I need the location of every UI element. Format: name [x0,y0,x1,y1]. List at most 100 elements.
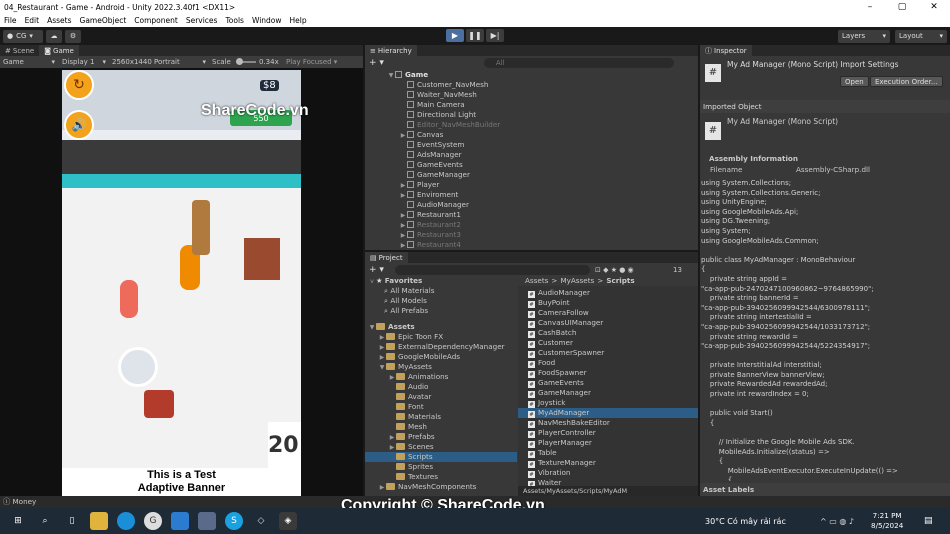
layout-dropdown[interactable]: Layout ▾ [895,29,947,43]
script-file-item[interactable]: # NavMeshBakeEditor [518,418,698,428]
expand-arrow-icon[interactable]: ▶ [399,221,407,230]
hierarchy-item[interactable]: ▶ Restaurant4 [365,240,698,250]
expand-arrow-icon[interactable]: ▶ [378,343,386,352]
hierarchy-item[interactable]: ▶ Restaurant2 [365,220,698,230]
favorites-header[interactable]: v ★ Favorites [365,276,517,286]
menu-item[interactable]: Services [186,16,218,25]
hierarchy-item[interactable]: ▼ Game [365,70,698,80]
project-folder-item[interactable]: ▼ Assets [365,322,517,332]
expand-arrow-icon[interactable]: ▶ [399,211,407,220]
script-file-item[interactable]: # CashBatch [518,328,698,338]
menu-item[interactable]: Assets [47,16,71,25]
chrome-icon[interactable]: G [144,512,162,530]
clock[interactable]: 7:21 PM 8/5/2024 [871,511,903,531]
tab-hierarchy[interactable]: ≡ Hierarchy [365,45,417,56]
weather-widget[interactable]: 30°C Có mây rải rác [705,517,786,526]
hierarchy-item[interactable]: ▶ Player [365,180,698,190]
expand-arrow-icon[interactable]: ▼ [368,323,376,332]
windows-start-icon[interactable]: ⊞ [9,512,27,530]
open-button[interactable]: Open [840,76,869,87]
menu-item[interactable]: Help [290,16,307,25]
script-file-item[interactable]: # CanvasUIManager [518,318,698,328]
hierarchy-search-input[interactable]: All [483,57,674,68]
breadcrumb-item[interactable]: Scripts [606,276,634,285]
account-dropdown[interactable]: ● CG ▾ [3,29,43,43]
script-file-item[interactable]: # GameManager [518,388,698,398]
maximize-button[interactable]: ▢ [886,2,918,12]
favorite-item[interactable]: ⌕ All Prefabs [365,306,517,316]
filter-icons[interactable]: ⊡ ◆ ★ ● ◉ [595,266,634,274]
script-file-item[interactable]: # Customer [518,338,698,348]
display-dropdown[interactable]: Display 1 ▾ [62,58,106,66]
script-file-item[interactable]: # Food [518,358,698,368]
menu-item[interactable]: Window [252,16,282,25]
add-object-button[interactable]: + ▾ [369,58,384,68]
pause-button[interactable]: ❚❚ [466,29,484,42]
project-folder-item[interactable]: Avatar [365,392,517,402]
task-view-icon[interactable]: ▯ [63,512,81,530]
menu-item[interactable]: Component [134,16,178,25]
favorite-item[interactable]: ⌕ All Materials [365,286,517,296]
hierarchy-item[interactable]: GameManager [365,170,698,180]
script-file-item[interactable]: # TextureManager [518,458,698,468]
resolution-dropdown[interactable]: 2560x1440 Portrait ▾ [112,58,206,66]
script-file-item[interactable]: # CustomerSpawner [518,348,698,358]
expand-arrow-icon[interactable]: ▶ [399,131,407,140]
menu-item[interactable]: GameObject [80,16,127,25]
script-file-item[interactable]: # GameEvents [518,378,698,388]
layers-dropdown[interactable]: Layers ▾ [838,29,890,43]
play-button[interactable]: ▶ [446,29,464,42]
hierarchy-item[interactable]: ▶ Restaurant3 [365,230,698,240]
script-file-item[interactable]: # CameraFollow [518,308,698,318]
hierarchy-item[interactable]: GameEvents [365,160,698,170]
cloud-icon[interactable]: ☁ [46,29,62,43]
minimize-button[interactable]: – [854,2,886,12]
edge-icon[interactable] [117,512,135,530]
skype-icon[interactable]: S [225,512,243,530]
hierarchy-item[interactable]: Waiter_NavMesh [365,90,698,100]
project-search-input[interactable] [395,264,590,275]
unity-hub-icon[interactable]: ◇ [252,512,270,530]
step-button[interactable]: ▶| [486,29,504,42]
project-folder-item[interactable]: ▶ Scenes [365,442,517,452]
expand-arrow-icon[interactable]: ▶ [399,181,407,190]
create-asset-button[interactable]: + ▾ [369,265,384,275]
hierarchy-item[interactable]: Main Camera [365,100,698,110]
joystick[interactable] [118,347,158,387]
breadcrumb-item[interactable]: MyAssets [560,276,594,285]
script-file-item[interactable]: # BuyPoint [518,298,698,308]
tab-project[interactable]: ▤ Project [365,252,408,263]
breadcrumb-item[interactable]: Assets [525,276,548,285]
tab-scene[interactable]: # Scene [0,45,39,56]
project-folder-item[interactable]: Scripts [365,452,517,462]
expand-arrow-icon[interactable]: ▼ [387,71,395,80]
project-folder-item[interactable]: Textures [365,472,517,482]
notification-icon[interactable]: ▤ [924,516,933,526]
menu-item[interactable]: File [4,16,17,25]
hierarchy-item[interactable]: ▶ Canvas [365,130,698,140]
game-render[interactable]: ↻ 🔊 550 $8 20 This is a Test Adaptive Ba… [62,70,301,496]
expand-arrow-icon[interactable]: ▶ [388,433,396,442]
project-folder-item[interactable]: ▶ Animations [365,372,517,382]
tab-inspector[interactable]: ⓘ Inspector [700,45,752,56]
project-folder-item[interactable]: Mesh [365,422,517,432]
file-explorer-icon[interactable] [90,512,108,530]
menu-item[interactable]: Edit [25,16,40,25]
game-mode-dropdown[interactable]: Game ▾ [3,58,55,66]
hierarchy-item[interactable]: Customer_NavMesh [365,80,698,90]
hierarchy-item[interactable]: Directional Light [365,110,698,120]
tray-icons[interactable]: ^ ▭ ◍ ♪ [820,517,854,526]
hierarchy-item[interactable]: EventSystem [365,140,698,150]
hierarchy-item[interactable]: AdsManager [365,150,698,160]
play-focused-dropdown[interactable]: Play Focused ▾ [286,58,337,66]
menu-item[interactable]: Tools [225,16,243,25]
hierarchy-item[interactable]: ▶ Restaurant1 [365,210,698,220]
project-folder-item[interactable]: Font [365,402,517,412]
sound-icon[interactable]: 🔊 [64,110,94,140]
collab-icon[interactable]: ⚙ [65,29,81,43]
script-file-item[interactable]: # FoodSpawner [518,368,698,378]
scale-slider[interactable] [236,58,256,65]
script-file-item[interactable]: # PlayerManager [518,438,698,448]
project-folder-item[interactable]: ▶ Epic Toon FX [365,332,517,342]
script-file-item[interactable]: # Joystick [518,398,698,408]
